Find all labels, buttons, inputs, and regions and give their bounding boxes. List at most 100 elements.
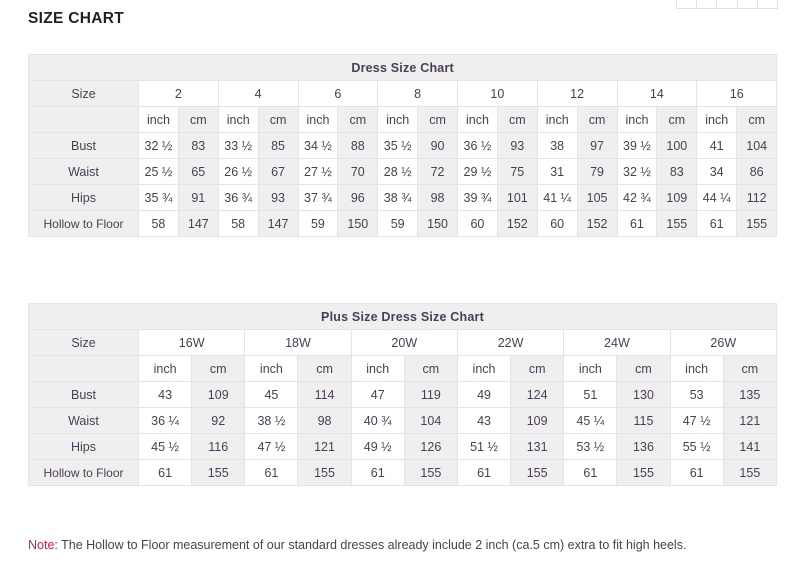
measurement-value: 147 [178, 211, 218, 237]
measurement-value: 86 [737, 159, 777, 185]
measurement-value: 91 [178, 185, 218, 211]
unit-header-row: inchcminchcminchcminchcminchcminchcm [29, 356, 777, 382]
unit-header-row: inchcminchcminchcminchcminchcminchcminch… [29, 107, 777, 133]
stub-cell [697, 0, 717, 8]
measurement-value: 60 [458, 211, 498, 237]
standard-size-chart: Dress Size ChartSize246810121416inchcmin… [28, 54, 776, 237]
unit-header-inch: inch [564, 356, 617, 382]
measurement-label: Hollow to Floor [29, 460, 139, 486]
measurement-value: 93 [258, 185, 298, 211]
unit-header-inch: inch [457, 356, 510, 382]
measurement-value: 31 [537, 159, 577, 185]
measurement-value: 104 [737, 133, 777, 159]
measurement-value: 65 [178, 159, 218, 185]
measurement-value: 55 ½ [670, 434, 723, 460]
measurement-value: 38 [537, 133, 577, 159]
measurement-value: 61 [351, 460, 404, 486]
measurement-value: 53 ½ [564, 434, 617, 460]
table-title-row: Plus Size Dress Size Chart [29, 304, 777, 330]
measurement-value: 155 [737, 211, 777, 237]
stub-cell [677, 0, 697, 8]
measurement-value: 116 [192, 434, 245, 460]
measurement-value: 141 [723, 434, 776, 460]
measurement-value: 27 ½ [298, 159, 338, 185]
size-column-header: 8 [378, 81, 458, 107]
unit-header-cm: cm [192, 356, 245, 382]
measurement-value: 58 [218, 211, 258, 237]
unit-header-inch: inch [537, 107, 577, 133]
measurement-value: 155 [511, 460, 564, 486]
measurement-label: Bust [29, 382, 139, 408]
measurement-value: 121 [723, 408, 776, 434]
measurement-value: 72 [418, 159, 458, 185]
measurement-value: 119 [404, 382, 457, 408]
measurement-label: Bust [29, 133, 139, 159]
table-row: Bust431094511447119491245113053135 [29, 382, 777, 408]
measurement-value: 67 [258, 159, 298, 185]
unit-header-cm: cm [577, 107, 617, 133]
measurement-value: 124 [511, 382, 564, 408]
measurement-value: 39 ½ [617, 133, 657, 159]
measurement-value: 26 ½ [218, 159, 258, 185]
measurement-value: 60 [537, 211, 577, 237]
partial-table-stub [676, 0, 778, 9]
measurement-value: 32 ½ [617, 159, 657, 185]
measurement-value: 45 ¼ [564, 408, 617, 434]
table-row: Hollow to Floor6115561155611556115561155… [29, 460, 777, 486]
measurement-value: 155 [404, 460, 457, 486]
unit-header-cm: cm [404, 356, 457, 382]
measurement-value: 98 [298, 408, 351, 434]
measurement-value: 96 [338, 185, 378, 211]
stub-cell [758, 0, 777, 8]
unit-header-inch: inch [218, 107, 258, 133]
size-column-header: 14 [617, 81, 697, 107]
unit-header-inch: inch [139, 356, 192, 382]
measurement-value: 29 ½ [458, 159, 498, 185]
size-column-header: 16W [139, 330, 245, 356]
unit-header-cm: cm [338, 107, 378, 133]
measurement-value: 79 [577, 159, 617, 185]
measurement-value: 37 ¾ [298, 185, 338, 211]
measurement-value: 41 [697, 133, 737, 159]
measurement-value: 61 [245, 460, 298, 486]
measurement-value: 61 [457, 460, 510, 486]
measurement-value: 49 ½ [351, 434, 404, 460]
measurement-value: 61 [670, 460, 723, 486]
measurement-value: 44 ¼ [697, 185, 737, 211]
measurement-value: 45 ½ [139, 434, 192, 460]
size-chart-page: SIZE CHART Dress Size ChartSize246810121… [0, 0, 804, 576]
unit-header-cm: cm [497, 107, 537, 133]
measurement-value: 98 [418, 185, 458, 211]
measurement-value: 61 [139, 460, 192, 486]
measurement-value: 93 [497, 133, 537, 159]
measurement-value: 42 ¾ [617, 185, 657, 211]
measurement-value: 155 [723, 460, 776, 486]
measurement-value: 109 [657, 185, 697, 211]
unit-header-inch: inch [617, 107, 657, 133]
measurement-value: 83 [657, 159, 697, 185]
note-text: The Hollow to Floor measurement of our s… [58, 538, 687, 552]
size-header-label: Size [29, 330, 139, 356]
measurement-value: 97 [577, 133, 617, 159]
measurement-value: 39 ¾ [458, 185, 498, 211]
unit-header-inch: inch [378, 107, 418, 133]
measurement-label: Waist [29, 159, 139, 185]
measurement-value: 47 ½ [670, 408, 723, 434]
table-title: Plus Size Dress Size Chart [29, 304, 777, 330]
unit-header-inch: inch [351, 356, 404, 382]
measurement-value: 114 [298, 382, 351, 408]
measurement-value: 135 [723, 382, 776, 408]
measurement-value: 75 [497, 159, 537, 185]
table-row: Hollow to Floor5814758147591505915060152… [29, 211, 777, 237]
size-table-standard: Dress Size ChartSize246810121416inchcmin… [28, 54, 777, 237]
measurement-value: 47 ½ [245, 434, 298, 460]
measurement-value: 61 [697, 211, 737, 237]
measurement-value: 34 [697, 159, 737, 185]
measurement-value: 136 [617, 434, 670, 460]
measurement-value: 150 [418, 211, 458, 237]
table-row: Hips35 ¾9136 ¾9337 ¾9638 ¾9839 ¾10141 ¼1… [29, 185, 777, 211]
measurement-value: 36 ¾ [218, 185, 258, 211]
size-column-header: 4 [218, 81, 298, 107]
measurement-value: 36 ¼ [139, 408, 192, 434]
table-title-row: Dress Size Chart [29, 55, 777, 81]
